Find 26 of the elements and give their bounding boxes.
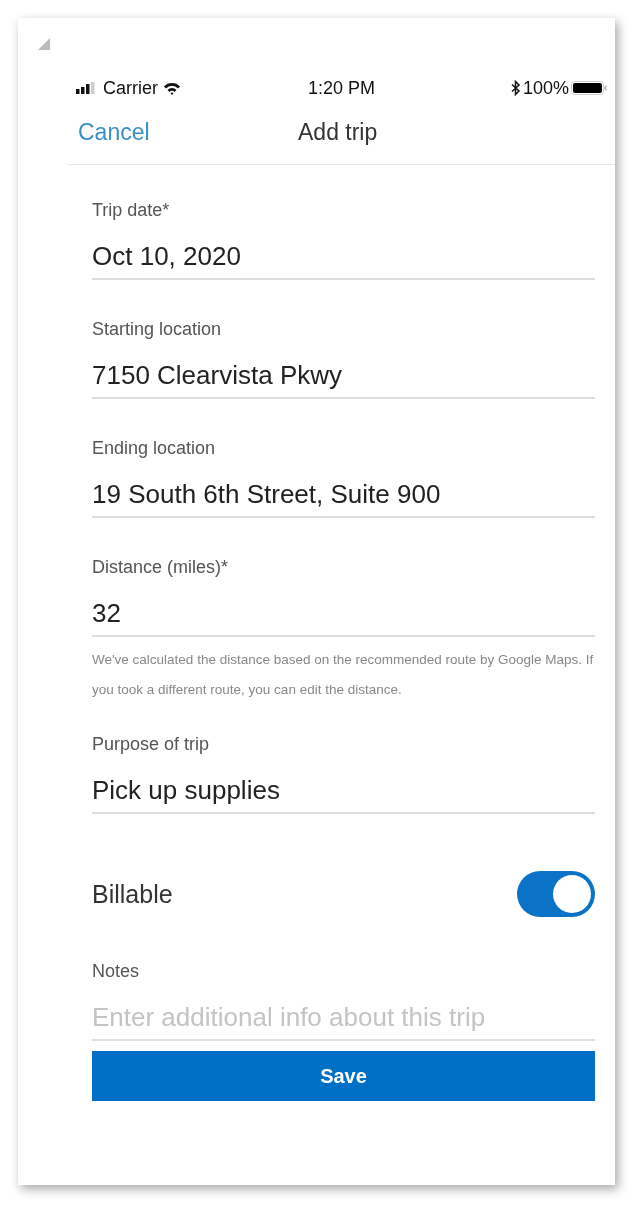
battery-percent: 100% (522, 77, 569, 99)
field-label: Trip date* (92, 199, 171, 221)
toggle-label: Billable (92, 879, 173, 909)
input-field[interactable]: Pick up supplies (92, 775, 595, 814)
help-text: We've calculated the distance based on the recommended route by Google Maps. If you took a different route, you can edit the distance. (92, 651, 595, 699)
wifi-icon (163, 81, 181, 95)
toggle-switch[interactable] (517, 871, 595, 917)
input-field[interactable]: 7150 Clearvista Pkwy (92, 360, 595, 399)
carrier-label: Carrier (103, 77, 158, 99)
field-label: Starting location (92, 318, 223, 340)
bluetooth-icon (510, 80, 521, 96)
save-button[interactable]: Save (92, 1051, 595, 1101)
field-label: Purpose of trip (92, 733, 211, 755)
input-field[interactable]: 19 South 6th Street, Suite 900 (92, 479, 595, 518)
signal-icon (76, 82, 98, 94)
field-label: Ending location (92, 437, 217, 459)
status-time: 1:20 PM (307, 77, 375, 99)
field-label: Distance (miles)* (92, 556, 230, 578)
screen-title: Add trip (298, 118, 378, 146)
input-field[interactable]: 32 (92, 598, 595, 637)
corner-triangle-icon (38, 38, 50, 50)
input-field[interactable]: Enter additional info about this trip (92, 1002, 595, 1041)
cancel-link[interactable]: Cancel (78, 118, 150, 146)
field-label: Notes (92, 960, 141, 982)
battery-icon (571, 81, 607, 95)
input-field[interactable]: Oct 10, 2020 (92, 241, 595, 280)
